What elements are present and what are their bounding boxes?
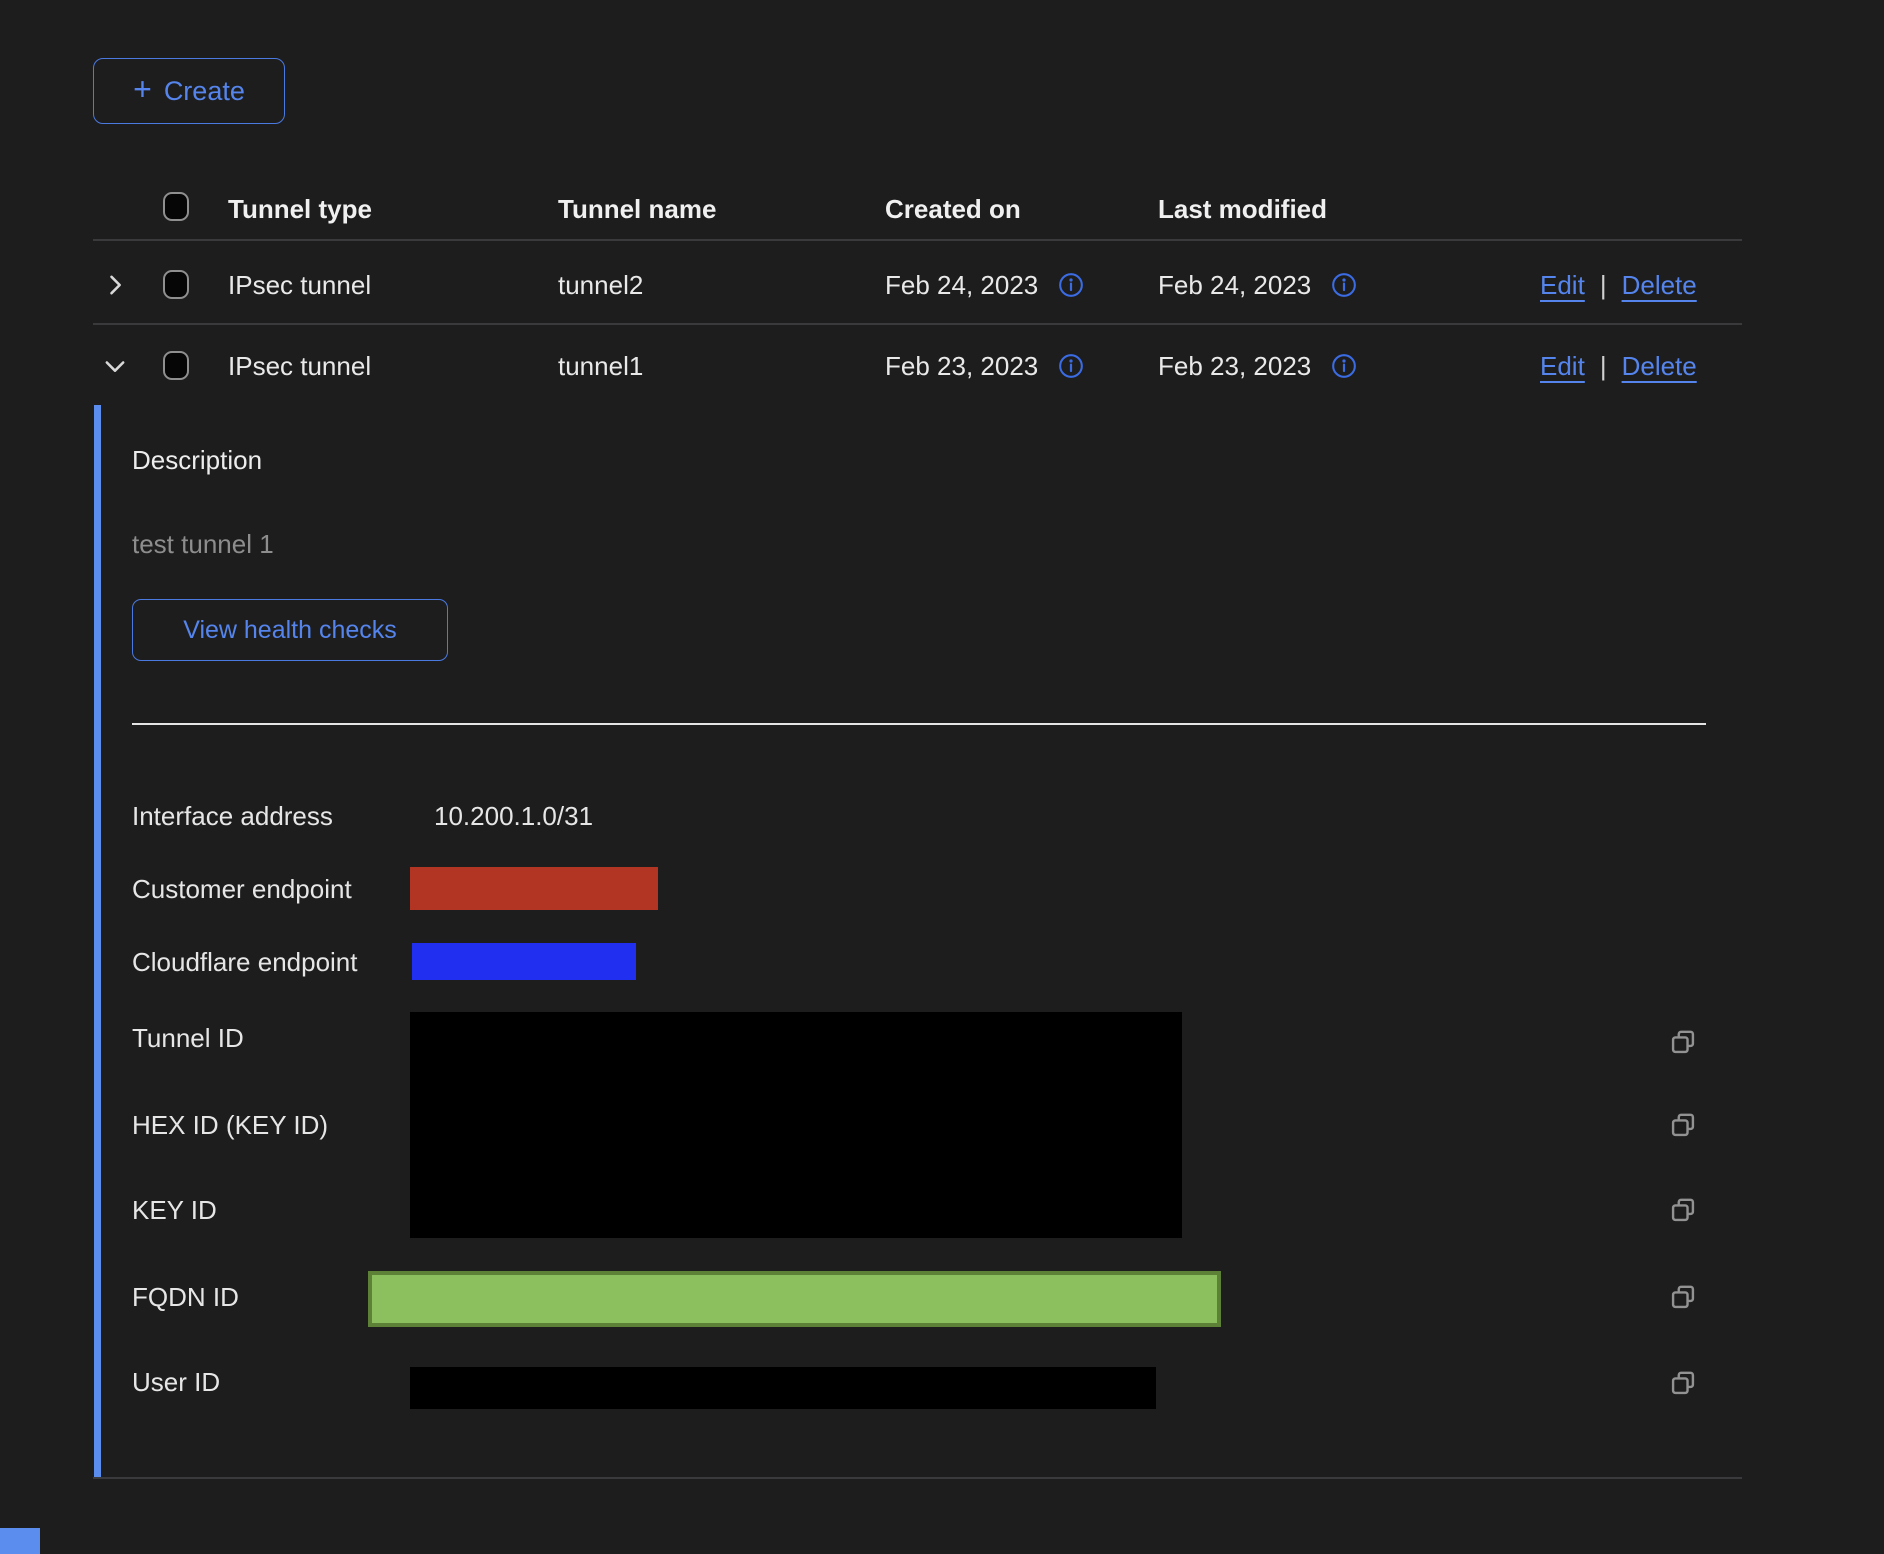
- cloudflare-endpoint-label: Cloudflare endpoint: [132, 946, 358, 978]
- column-header-tunnel-type: Tunnel type: [228, 193, 372, 225]
- tunnel-id-label: Tunnel ID: [132, 1022, 244, 1054]
- user-id-label: User ID: [132, 1366, 220, 1398]
- copy-icon[interactable]: [1666, 1280, 1700, 1321]
- actions-separator: |: [1600, 350, 1607, 382]
- edit-link[interactable]: Edit: [1540, 269, 1585, 301]
- scroll-indicator: [0, 1528, 40, 1554]
- create-button[interactable]: + Create: [93, 58, 285, 124]
- create-button-label: Create: [164, 76, 245, 107]
- row-actions: Edit | Delete: [1540, 350, 1697, 382]
- column-header-tunnel-name: Tunnel name: [558, 193, 716, 225]
- fqdn-id-label: FQDN ID: [132, 1281, 239, 1313]
- cloudflare-endpoint-redacted-value: [412, 943, 636, 980]
- created-on-cell: Feb 23, 2023: [885, 350, 1084, 382]
- fqdn-id-redacted-value: [368, 1271, 1221, 1327]
- select-all-checkbox[interactable]: [163, 192, 189, 221]
- copy-icon[interactable]: [1666, 1108, 1700, 1149]
- info-icon[interactable]: [1058, 353, 1084, 379]
- actions-separator: |: [1600, 269, 1607, 301]
- tunnels-page: + Create Tunnel type Tunnel name Created…: [0, 0, 1884, 1554]
- delete-link[interactable]: Delete: [1622, 269, 1697, 301]
- hex-id-label: HEX ID (KEY ID): [132, 1109, 328, 1141]
- row-collapse-chevron-down-icon[interactable]: [101, 352, 129, 380]
- row-divider: [93, 323, 1742, 325]
- row-checkbox[interactable]: [163, 351, 189, 380]
- created-on-cell: Feb 24, 2023: [885, 269, 1084, 301]
- row-expand-chevron-right-icon[interactable]: [101, 271, 129, 299]
- copy-icon[interactable]: [1666, 1025, 1700, 1066]
- last-modified-cell: Feb 23, 2023: [1158, 350, 1357, 382]
- column-header-last-modified: Last modified: [1158, 193, 1327, 225]
- ids-redacted-value: [410, 1012, 1182, 1238]
- description-value: test tunnel 1: [132, 528, 274, 560]
- key-id-label: KEY ID: [132, 1194, 217, 1226]
- tunnel-name-cell: tunnel1: [558, 350, 643, 382]
- customer-endpoint-redacted-value: [410, 867, 658, 910]
- created-on-date: Feb 24, 2023: [885, 269, 1038, 301]
- plus-icon: +: [133, 75, 152, 103]
- panel-divider: [132, 723, 1706, 725]
- info-icon[interactable]: [1331, 272, 1357, 298]
- info-icon[interactable]: [1058, 272, 1084, 298]
- view-health-checks-button[interactable]: View health checks: [132, 599, 448, 661]
- interface-address-label: Interface address: [132, 800, 333, 832]
- user-id-redacted-value: [410, 1367, 1156, 1409]
- delete-link[interactable]: Delete: [1622, 350, 1697, 382]
- last-modified-cell: Feb 24, 2023: [1158, 269, 1357, 301]
- tunnel-name-cell: tunnel2: [558, 269, 643, 301]
- row-checkbox[interactable]: [163, 270, 189, 299]
- customer-endpoint-label: Customer endpoint: [132, 873, 352, 905]
- tunnel-type-cell: IPsec tunnel: [228, 269, 371, 301]
- tunnel-type-cell: IPsec tunnel: [228, 350, 371, 382]
- edit-link[interactable]: Edit: [1540, 350, 1585, 382]
- copy-icon[interactable]: [1666, 1193, 1700, 1234]
- table-bottom-divider: [93, 1477, 1742, 1479]
- last-modified-date: Feb 23, 2023: [1158, 350, 1311, 382]
- column-header-created-on: Created on: [885, 193, 1021, 225]
- header-divider: [93, 239, 1742, 241]
- last-modified-date: Feb 24, 2023: [1158, 269, 1311, 301]
- info-icon[interactable]: [1331, 353, 1357, 379]
- copy-icon[interactable]: [1666, 1366, 1700, 1407]
- row-actions: Edit | Delete: [1540, 269, 1697, 301]
- expanded-panel-accent-bar: [94, 405, 101, 1478]
- created-on-date: Feb 23, 2023: [885, 350, 1038, 382]
- interface-address-value: 10.200.1.0/31: [434, 800, 593, 832]
- description-label: Description: [132, 444, 262, 476]
